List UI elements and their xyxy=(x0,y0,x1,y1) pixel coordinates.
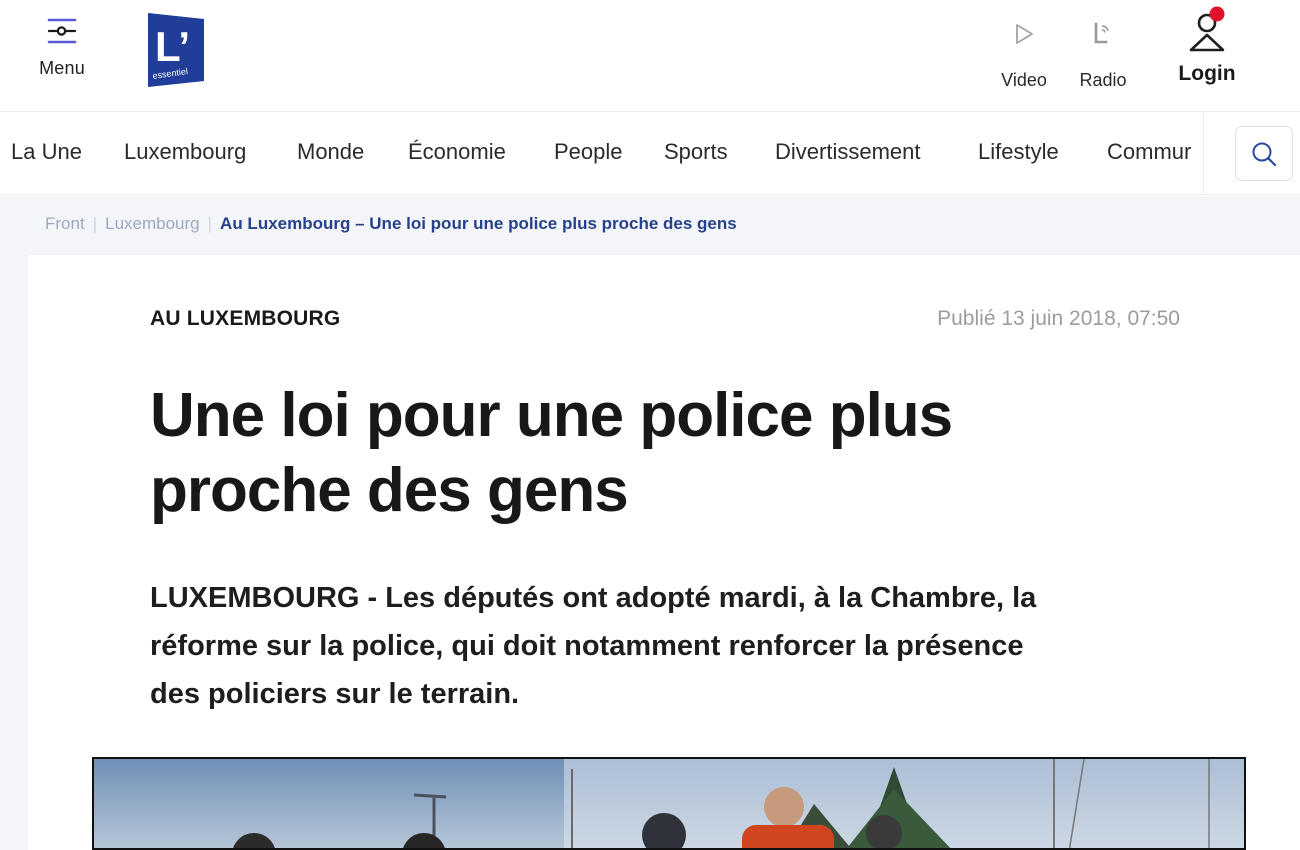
headline-line: proche des gens xyxy=(150,456,629,525)
category-list: La Une Luxembourg Monde Économie People … xyxy=(0,112,1203,195)
menu-button[interactable]: Menu xyxy=(30,14,94,88)
breadcrumb: Front | Luxembourg | Au Luxembourg – Une loi… xyxy=(45,214,737,233)
nav-item-lifestyle[interactable]: Lifestyle xyxy=(978,139,1059,165)
article-hero-image[interactable] xyxy=(92,757,1246,850)
lead-line: réforme sur la police, qui doit notammen… xyxy=(150,630,1024,662)
nav-item-la-une[interactable]: La Une xyxy=(11,139,82,165)
video-link[interactable]: Video xyxy=(995,14,1053,91)
article-kicker: AU LUXEMBOURG xyxy=(150,307,341,330)
notification-dot xyxy=(1209,6,1225,22)
login-button[interactable]: Login xyxy=(1170,6,1244,86)
search-button[interactable] xyxy=(1235,126,1293,181)
radio-link[interactable]: Radio xyxy=(1074,14,1132,91)
headline-line: Une loi pour une police plus xyxy=(150,381,953,450)
breadcrumb-current: Au Luxembourg – Une loi pour une police … xyxy=(220,214,737,233)
login-label: Login xyxy=(1178,62,1236,85)
logo-letter: L’ xyxy=(155,23,190,70)
lead-line: LUXEMBOURG - Les députés ont adopté mard… xyxy=(150,582,1037,614)
video-label: Video xyxy=(1001,70,1047,90)
nav-item-economie[interactable]: Économie xyxy=(408,139,506,165)
nav-item-sports[interactable]: Sports xyxy=(664,139,728,165)
category-nav: La Une Luxembourg Monde Économie People … xyxy=(0,112,1300,195)
search-icon xyxy=(1252,142,1277,166)
menu-sliders-icon xyxy=(47,18,77,44)
play-icon xyxy=(1016,24,1033,44)
nav-item-divertissement[interactable]: Divertissement xyxy=(775,139,920,165)
article-headline: Une loi pour une police plus proche des … xyxy=(150,378,1110,528)
breadcrumb-item-luxembourg[interactable]: Luxembourg xyxy=(105,214,200,233)
nav-item-monde[interactable]: Monde xyxy=(297,139,364,165)
nav-divider xyxy=(1203,112,1204,195)
menu-label: Menu xyxy=(39,58,85,78)
site-header: Menu L’ essentiel Video Radio Login xyxy=(0,0,1300,112)
nav-item-luxembourg[interactable]: Luxembourg xyxy=(124,139,246,165)
article-lead: LUXEMBOURG - Les députés ont adopté mard… xyxy=(150,574,1150,718)
publish-date: Publié 13 juin 2018, 07:50 xyxy=(937,307,1180,330)
radio-label: Radio xyxy=(1079,70,1127,90)
breadcrumb-item-front[interactable]: Front xyxy=(45,214,85,233)
hero-photo xyxy=(94,759,1244,848)
nav-item-communaute[interactable]: Commur xyxy=(1107,139,1191,165)
lead-line: des policiers sur le terrain. xyxy=(150,678,520,710)
radio-icon xyxy=(1094,22,1109,44)
nav-item-people[interactable]: People xyxy=(554,139,623,165)
user-icon xyxy=(1189,6,1225,52)
lessentiel-logo[interactable]: L’ essentiel xyxy=(146,13,204,87)
